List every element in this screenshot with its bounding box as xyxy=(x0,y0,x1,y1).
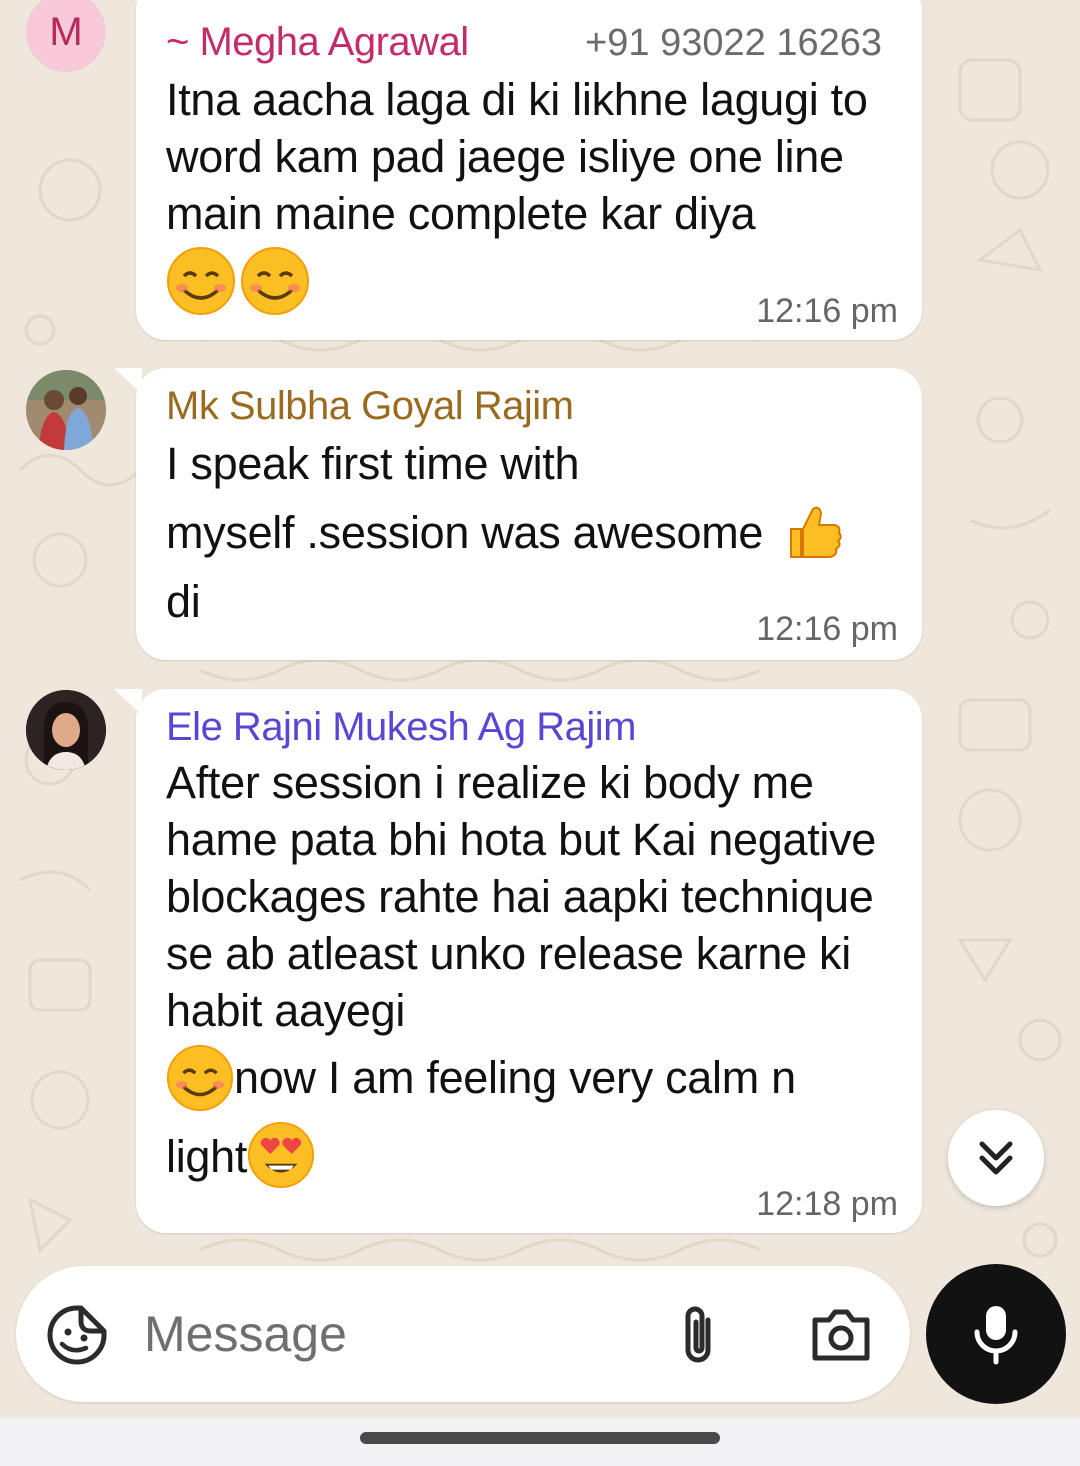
message-bubble-sulbha[interactable]: Mk Sulbha Goyal Rajim I speak first time… xyxy=(114,368,922,660)
double-chevron-down-icon xyxy=(979,1141,1013,1175)
avatar-megha[interactable]: M xyxy=(26,0,106,72)
message-bubble-megha[interactable]: ~ Megha Agrawal +91 93022 16263 Itna aac… xyxy=(114,0,922,340)
gesture-handle[interactable] xyxy=(360,1432,720,1444)
message-time: 12:16 pm xyxy=(756,292,898,330)
avatar-rajni[interactable] xyxy=(26,690,106,770)
sticker-button[interactable] xyxy=(44,1302,110,1368)
scroll-to-bottom-button[interactable] xyxy=(948,1110,1044,1206)
message-line: now I am feeling very calm n xyxy=(234,1052,796,1103)
message-line-with-emoji: now I am feeling very calm n xyxy=(166,1043,892,1112)
sender-phone: +91 93022 16263 xyxy=(585,22,882,64)
profile-photo xyxy=(26,690,106,770)
smiling-face-icon xyxy=(166,1045,234,1112)
profile-photo xyxy=(26,370,106,450)
message-composer xyxy=(16,1266,910,1402)
camera-button[interactable] xyxy=(806,1302,876,1368)
message-bubble-rajni[interactable]: Ele Rajni Mukesh Ag Rajim After session … xyxy=(114,689,922,1233)
attach-button[interactable] xyxy=(668,1300,728,1370)
sender-name[interactable]: ~ Megha Agrawal xyxy=(166,20,469,65)
voice-message-button[interactable] xyxy=(926,1264,1066,1404)
message-input[interactable] xyxy=(144,1300,624,1368)
message-text: Itna aacha laga di ki likhne lagugi to w… xyxy=(166,74,868,239)
heart-eyes-icon xyxy=(248,1122,315,1189)
sender-name[interactable]: Ele Rajni Mukesh Ag Rajim xyxy=(166,705,636,750)
message-text: I speak first time with myself .session … xyxy=(166,429,892,636)
message-line: light xyxy=(166,1131,248,1183)
smiling-face-icon xyxy=(241,247,310,315)
message-line-with-emoji: myself .session was awesome xyxy=(166,498,892,567)
message-line-with-emoji: light xyxy=(166,1122,892,1191)
avatar-letter: M xyxy=(49,9,83,54)
camera-icon xyxy=(812,1309,870,1361)
message-time: 12:18 pm xyxy=(756,1185,898,1223)
message-text: After session i realize ki body me hame … xyxy=(166,757,877,1036)
sender-name[interactable]: Mk Sulbha Goyal Rajim xyxy=(166,384,574,429)
sticker-icon xyxy=(47,1305,107,1365)
smiling-face-icon xyxy=(167,247,235,315)
message-line: I speak first time with xyxy=(166,438,580,489)
avatar-sulbha[interactable] xyxy=(26,370,106,450)
thumbs-up-icon xyxy=(790,506,843,559)
message-time: 12:16 pm xyxy=(756,610,898,648)
paperclip-icon xyxy=(685,1306,711,1363)
message-line: myself .session was awesome xyxy=(166,507,764,558)
microphone-icon xyxy=(974,1306,1018,1365)
